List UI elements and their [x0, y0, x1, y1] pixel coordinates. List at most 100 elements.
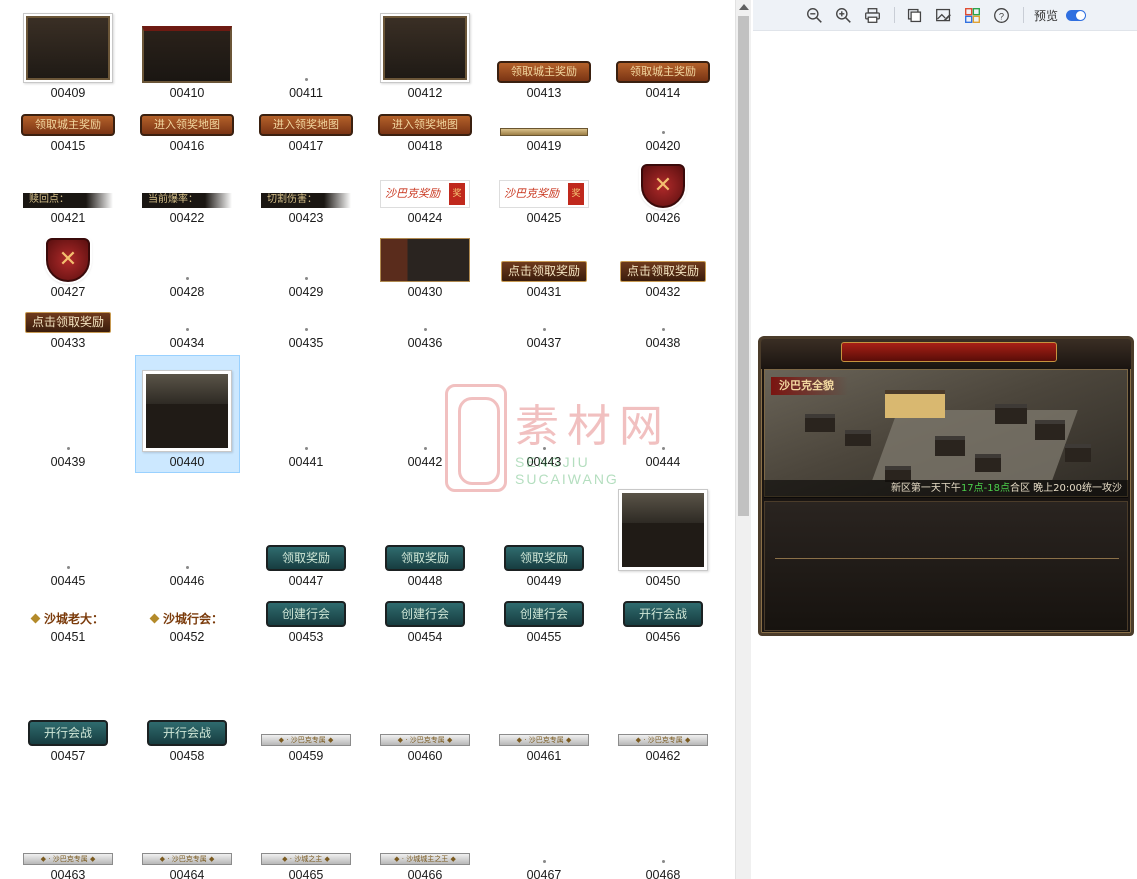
file-item[interactable]: 00412 — [366, 6, 484, 100]
file-item[interactable]: ◆ · 沙巴克专属 ◆ 00460 — [366, 660, 484, 763]
file-name: 00433 — [50, 336, 86, 350]
file-item[interactable]: ◆ · 沙巴克专属 ◆ 00461 — [485, 660, 603, 763]
help-icon[interactable]: ? — [988, 3, 1014, 27]
file-item[interactable]: ◆ · 沙巴克专属 ◆ 00459 — [247, 660, 365, 763]
file-item[interactable]: 沙城老大： 00451 — [9, 538, 127, 644]
file-item[interactable]: ◆ · 沙城城主之王 ◆ 00466 — [366, 780, 484, 879]
gold-tag-preview: 沙城老大： — [27, 611, 108, 627]
file-name: 00461 — [526, 749, 562, 763]
file-item[interactable]: ◆ · 沙巴克专属 ◆ 00463 — [9, 780, 127, 879]
file-name: 00416 — [169, 139, 205, 153]
file-item[interactable]: 创建行会 00453 — [247, 538, 365, 644]
file-item[interactable]: 领取城主奖励 00414 — [604, 6, 722, 100]
file-item[interactable]: ◆ · 沙巴克专属 ◆ 00462 — [604, 660, 722, 763]
zoom-in-icon[interactable] — [830, 3, 856, 27]
print-icon[interactable] — [859, 3, 885, 27]
file-item[interactable]: ◆ · 沙城之主 ◆ 00465 — [247, 780, 365, 879]
edit-image-icon[interactable] — [930, 3, 956, 27]
file-item[interactable]: 00437 — [485, 306, 603, 350]
watermark-title: 素材网 — [515, 401, 671, 452]
file-item[interactable]: 沙巴克奖励奖 00425 — [485, 160, 603, 225]
file-item[interactable]: 00420 — [604, 104, 722, 153]
file-item[interactable]: 领取城主奖励 00415 — [9, 104, 127, 153]
btn-teal-preview: 创建行会 — [265, 601, 346, 627]
btn-orange-preview: 领取城主奖励 — [497, 61, 591, 83]
file-name: 00419 — [526, 139, 562, 153]
svg-text:?: ? — [998, 11, 1003, 21]
preview-image: 沙巴克全貌 新区第一天下午17点-18点合区 晚上20:00统一攻沙 — [758, 336, 1134, 636]
file-item[interactable]: 00419 — [485, 104, 603, 153]
file-item[interactable]: 点击领取奖励 00433 — [9, 306, 127, 350]
scene-title: 沙巴克全貌 — [771, 377, 848, 395]
red-title-preview: 沙巴克奖励奖 — [380, 180, 470, 208]
file-item[interactable]: 00467 — [485, 780, 603, 879]
apps-icon[interactable] — [959, 3, 985, 27]
label-dark-preview: 切割伤害： — [261, 193, 351, 208]
file-name: 00410 — [169, 86, 205, 100]
file-name: 00465 — [288, 868, 324, 879]
file-item[interactable]: 00438 — [604, 306, 722, 350]
file-item[interactable]: 进入领奖地图 00418 — [366, 104, 484, 153]
file-item[interactable]: 沙城行会： 00452 — [128, 538, 246, 644]
file-item[interactable]: 00440 — [128, 360, 246, 469]
preview-toggle[interactable] — [1066, 9, 1087, 21]
file-item[interactable]: 当前爆率： 00422 — [128, 160, 246, 225]
toolbar-separator — [894, 7, 895, 23]
file-item[interactable]: 00434 — [128, 306, 246, 350]
file-item[interactable]: 00468 — [604, 780, 722, 879]
btn-orange-preview: 领取城主奖励 — [616, 61, 710, 83]
file-item[interactable]: 开行会战 00458 — [128, 660, 246, 763]
file-item[interactable]: 创建行会 00454 — [366, 538, 484, 644]
file-name: 00458 — [169, 749, 205, 763]
file-name: 00432 — [645, 285, 681, 299]
file-item[interactable]: ◆ · 沙巴克专属 ◆ 00464 — [128, 780, 246, 879]
silver-preview: ◆ · 沙巴克专属 ◆ — [499, 734, 589, 746]
file-name: 00421 — [50, 211, 86, 225]
file-item[interactable]: 00430 — [366, 234, 484, 299]
file-item[interactable]: 00410 — [128, 6, 246, 100]
castle-scene: 沙巴克全貌 — [764, 369, 1128, 497]
file-name: 00467 — [526, 868, 562, 879]
scroll-up-arrow-icon[interactable] — [739, 4, 749, 10]
file-name: 00412 — [407, 86, 443, 100]
vertical-scrollbar[interactable] — [735, 0, 751, 879]
file-item[interactable]: 00429 — [247, 234, 365, 299]
btn-brown-preview: 点击领取奖励 — [24, 312, 111, 333]
file-item[interactable]: 切割伤害： 00423 — [247, 160, 365, 225]
file-item[interactable]: 开行会战 00456 — [604, 538, 722, 644]
file-item[interactable]: 开行会战 00457 — [9, 660, 127, 763]
file-item[interactable]: 进入领奖地图 00417 — [247, 104, 365, 153]
file-item[interactable]: 赎回点： 00421 — [9, 160, 127, 225]
btn-brown-preview: 点击领取奖励 — [500, 261, 587, 282]
file-item[interactable]: 沙巴克奖励奖 00424 — [366, 160, 484, 225]
file-item[interactable]: 00428 — [128, 234, 246, 299]
dot-preview — [542, 328, 546, 331]
silver-preview: ◆ · 沙巴克专属 ◆ — [261, 734, 351, 746]
file-item[interactable]: 00441 — [247, 360, 365, 469]
file-item[interactable]: 00436 — [366, 306, 484, 350]
dot-preview — [542, 860, 546, 863]
dot-preview — [304, 78, 308, 81]
btn-orange-preview: 领取城主奖励 — [21, 114, 115, 136]
scrollbar-thumb[interactable] — [738, 16, 749, 516]
file-item[interactable]: 进入领奖地图 00416 — [128, 104, 246, 153]
file-item[interactable]: 00409 — [9, 6, 127, 100]
file-name: 00453 — [288, 630, 324, 644]
file-item[interactable]: 00435 — [247, 306, 365, 350]
btn-orange-preview: 进入领奖地图 — [378, 114, 472, 136]
dot-preview — [661, 131, 665, 134]
file-name: 00428 — [169, 285, 205, 299]
file-item[interactable]: 00411 — [247, 6, 365, 100]
zoom-out-icon[interactable] — [801, 3, 827, 27]
file-item[interactable]: 点击领取奖励 00431 — [485, 234, 603, 299]
dot-preview — [661, 860, 665, 863]
file-item[interactable]: 创建行会 00455 — [485, 538, 603, 644]
file-item[interactable]: 00439 — [9, 360, 127, 469]
file-item[interactable]: 点击领取奖励 00432 — [604, 234, 722, 299]
file-name: 00425 — [526, 211, 562, 225]
file-item[interactable]: 领取城主奖励 00413 — [485, 6, 603, 100]
copy-icon[interactable] — [901, 3, 927, 27]
file-item[interactable]: ✕ 00427 — [9, 234, 127, 299]
btn-orange-preview: 进入领奖地图 — [259, 114, 353, 136]
file-item[interactable]: ✕ 00426 — [604, 160, 722, 225]
